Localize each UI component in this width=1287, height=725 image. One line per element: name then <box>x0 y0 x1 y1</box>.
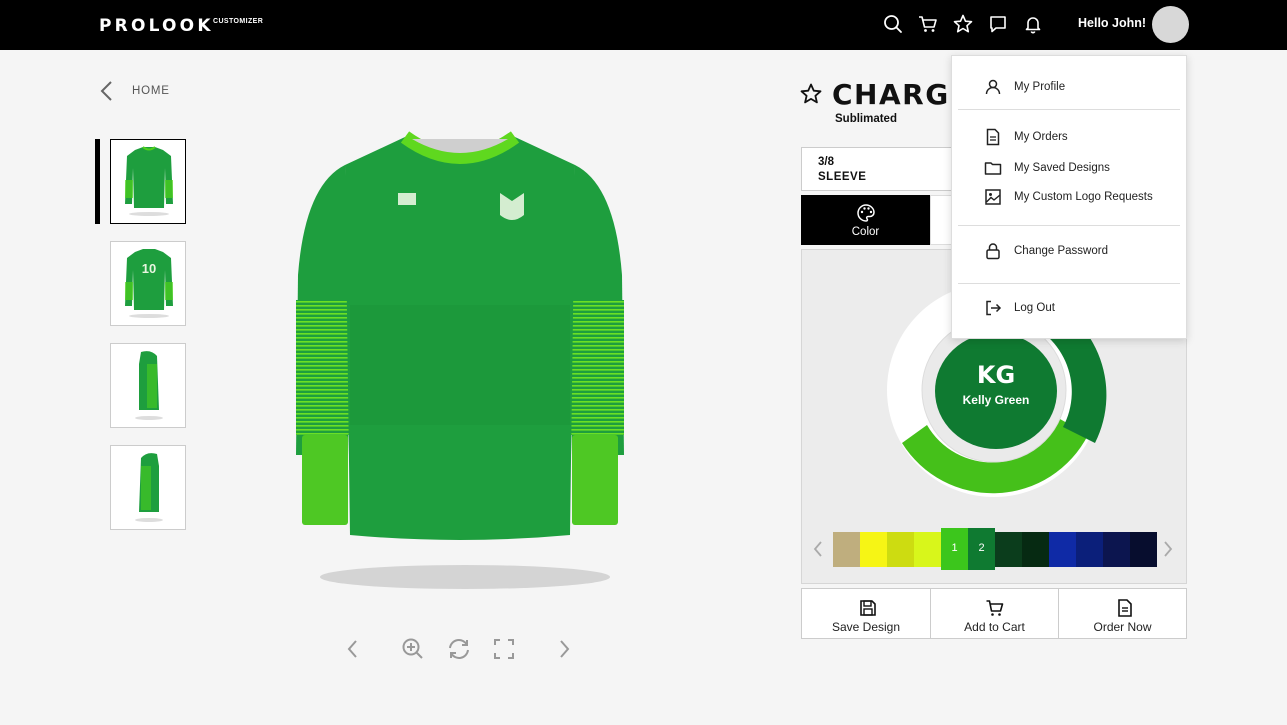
back-chevron-icon[interactable] <box>98 80 116 102</box>
cart-icon[interactable] <box>917 13 939 35</box>
menu-label-orders: My Orders <box>1014 131 1068 143</box>
menu-divider <box>958 283 1180 284</box>
thumbnail-back[interactable]: 10 <box>110 241 186 326</box>
menu-label-change-password: Change Password <box>1014 245 1108 257</box>
menu-label-saved-designs: My Saved Designs <box>1014 162 1110 174</box>
menu-item-profile[interactable]: My Profile <box>952 75 1188 101</box>
palette-icon <box>857 204 875 222</box>
order-now-button[interactable]: Order Now <box>1058 588 1187 639</box>
color-swatch[interactable] <box>860 532 887 567</box>
orders-document-icon <box>986 128 1000 146</box>
lock-icon <box>986 243 1000 260</box>
user-icon <box>985 79 1001 95</box>
selected-color-code: KG <box>976 361 1016 389</box>
jersey-back-thumbnail: 10 <box>125 249 173 318</box>
breadcrumb-home[interactable]: HOME <box>132 85 170 97</box>
folder-icon <box>984 162 1002 175</box>
thumbnail-front[interactable] <box>110 139 186 224</box>
color-swatch[interactable] <box>887 532 914 567</box>
step-label: SLEEVE <box>818 171 867 183</box>
color-swatch[interactable] <box>833 532 860 567</box>
user-dropdown-menu: My Profile My Orders My Saved Designs My… <box>951 55 1187 339</box>
image-icon <box>985 189 1001 205</box>
save-design-button[interactable]: Save Design <box>801 588 931 639</box>
color-swatch[interactable] <box>1130 532 1157 567</box>
jersey-preview[interactable] <box>290 125 630 595</box>
selected-color-name: Kelly Green <box>962 393 1030 407</box>
jersey-front-thumbnail <box>125 146 173 216</box>
menu-item-change-password[interactable]: Change Password <box>952 239 1188 265</box>
logout-icon <box>986 300 1002 316</box>
svg-text:10: 10 <box>142 261 156 276</box>
jersey-left-thumbnail <box>135 351 163 420</box>
step-count: 3/8 <box>818 156 834 168</box>
color-swatch[interactable] <box>995 532 1022 567</box>
thumbnail-right-side[interactable] <box>110 445 186 530</box>
chat-icon[interactable] <box>987 13 1009 35</box>
thumbnail-left-side[interactable] <box>110 343 186 428</box>
top-navbar: PROLOOK CUSTOMIZER Hello John! <box>0 0 1287 50</box>
zoom-in-icon[interactable] <box>400 636 426 662</box>
tab-color[interactable]: Color <box>801 195 930 245</box>
color-swatch[interactable] <box>1049 532 1076 567</box>
bell-icon[interactable] <box>1022 13 1044 35</box>
color-swatch[interactable] <box>1022 532 1049 567</box>
save-design-label: Save Design <box>831 620 901 634</box>
swatch-prev-icon[interactable] <box>812 540 824 558</box>
user-greeting[interactable]: Hello John! <box>1078 16 1146 30</box>
swatch-row: 12 <box>833 528 1157 570</box>
selected-color-circle: KG Kelly Green <box>935 333 1057 449</box>
menu-divider <box>958 109 1180 110</box>
rotate-icon[interactable] <box>446 636 472 662</box>
menu-item-orders[interactable]: My Orders <box>952 125 1188 151</box>
swatch-number: 1 <box>951 542 958 554</box>
star-icon[interactable] <box>952 13 974 35</box>
menu-item-saved-designs[interactable]: My Saved Designs <box>952 156 1188 182</box>
color-swatch[interactable] <box>914 532 941 567</box>
brand-logo-subtitle: CUSTOMIZER <box>213 18 264 25</box>
swatch-number: 2 <box>978 542 985 554</box>
color-swatch[interactable]: 1 <box>941 528 968 570</box>
menu-label-logout: Log Out <box>1014 302 1055 314</box>
active-thumbnail-indicator <box>95 139 100 224</box>
search-icon[interactable] <box>882 13 904 35</box>
menu-divider <box>958 225 1180 226</box>
favorite-star-icon[interactable] <box>799 82 823 106</box>
jersey-right-thumbnail <box>135 453 163 522</box>
previous-view-icon[interactable] <box>340 636 366 662</box>
cart-icon <box>986 600 1004 616</box>
tab-color-label: Color <box>851 226 880 238</box>
color-swatch[interactable] <box>1076 532 1103 567</box>
order-now-label: Order Now <box>1093 620 1152 634</box>
menu-label-logo-requests: My Custom Logo Requests <box>1014 191 1153 203</box>
next-view-icon[interactable] <box>551 636 577 662</box>
add-to-cart-button[interactable]: Add to Cart <box>930 588 1059 639</box>
fullscreen-icon[interactable] <box>491 636 517 662</box>
document-icon <box>1118 599 1132 617</box>
color-swatch[interactable] <box>1103 532 1130 567</box>
save-icon <box>860 600 876 616</box>
brand-logo[interactable]: PROLOOK <box>99 16 214 36</box>
menu-item-logout[interactable]: Log Out <box>952 296 1188 322</box>
product-subtitle: Sublimated <box>835 113 897 125</box>
add-to-cart-label: Add to Cart <box>964 620 1025 634</box>
menu-label-profile: My Profile <box>1014 81 1066 93</box>
swatch-next-icon[interactable] <box>1162 540 1174 558</box>
color-swatch[interactable]: 2 <box>968 528 995 570</box>
menu-item-logo-requests[interactable]: My Custom Logo Requests <box>952 185 1188 211</box>
avatar[interactable] <box>1152 6 1189 43</box>
